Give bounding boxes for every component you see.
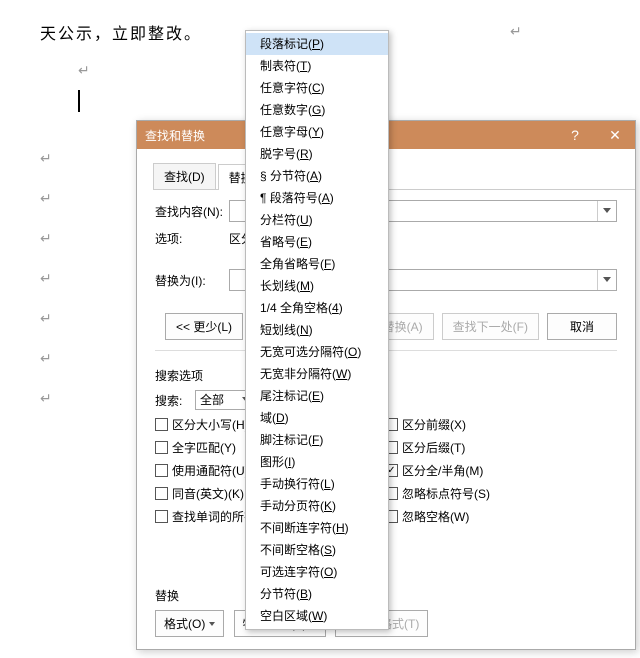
paragraph-mark-icon: ↵ bbox=[40, 270, 52, 287]
menu-item[interactable]: 任意字符(C) bbox=[246, 77, 388, 99]
checkbox-row[interactable]: 区分前缀(X) bbox=[385, 416, 617, 433]
menu-item[interactable]: 分栏符(U) bbox=[246, 209, 388, 231]
checkbox-label: 忽略标点符号(S) bbox=[402, 485, 490, 502]
checkbox-label: 使用通配符(U) bbox=[172, 462, 249, 479]
menu-item[interactable]: 可选连字符(O) bbox=[246, 561, 388, 583]
document-text: 天公示，立即整改。 bbox=[40, 20, 202, 44]
tab-find[interactable]: 查找(D) bbox=[153, 163, 216, 189]
checkbox[interactable] bbox=[155, 441, 168, 454]
checkbox-row[interactable]: 忽略空格(W) bbox=[385, 508, 617, 525]
checkbox-label: 区分后缀(T) bbox=[402, 439, 465, 456]
menu-item[interactable]: 任意字母(Y) bbox=[246, 121, 388, 143]
paragraph-mark-icon: ↵ bbox=[40, 350, 52, 367]
menu-item[interactable]: 不间断空格(S) bbox=[246, 539, 388, 561]
checkbox-label: 区分前缀(X) bbox=[402, 416, 466, 433]
find-next-button[interactable]: 查找下一处(F) bbox=[442, 313, 539, 340]
paragraph-mark-icon: ↵ bbox=[40, 150, 52, 167]
menu-item[interactable]: 尾注标记(E) bbox=[246, 385, 388, 407]
format-dropdown[interactable]: 格式(O) bbox=[155, 610, 224, 637]
help-button[interactable]: ? bbox=[555, 121, 595, 149]
cancel-button[interactable]: 取消 bbox=[547, 313, 617, 340]
check-col-right: 区分前缀(X) 区分后缀(T) 区分全/半角(M) 忽略标点符号(S) 忽略空格(W) bbox=[385, 416, 617, 531]
checkbox-label: 忽略空格(W) bbox=[402, 508, 469, 525]
checkbox[interactable] bbox=[155, 510, 168, 523]
menu-item[interactable]: 省略号(E) bbox=[246, 231, 388, 253]
chevron-down-icon[interactable] bbox=[603, 277, 611, 282]
checkbox-label: 区分大小写(H) bbox=[172, 416, 249, 433]
checkbox[interactable] bbox=[155, 418, 168, 431]
paragraph-mark-icon: ↵ bbox=[40, 310, 52, 327]
menu-item[interactable]: 短划线(N) bbox=[246, 319, 388, 341]
search-direction-value: 全部 bbox=[200, 393, 224, 407]
checkbox[interactable] bbox=[155, 464, 168, 477]
checkbox-label: 全字匹配(Y) bbox=[172, 439, 236, 456]
find-label: 查找内容(N): bbox=[155, 203, 229, 220]
menu-item[interactable]: 制表符(T) bbox=[246, 55, 388, 77]
menu-item[interactable]: 图形(I) bbox=[246, 451, 388, 473]
less-button[interactable]: << 更少(L) bbox=[165, 313, 243, 340]
checkbox[interactable] bbox=[155, 487, 168, 500]
paragraph-mark-icon: ↵ bbox=[510, 23, 522, 40]
chevron-down-icon[interactable] bbox=[603, 208, 611, 213]
dialog-title: 查找和替换 bbox=[145, 127, 205, 144]
special-format-menu: 段落标记(P)制表符(T)任意字符(C)任意数字(G)任意字母(Y)脱字号(R)… bbox=[245, 30, 389, 630]
search-direction-label: 搜索: bbox=[155, 392, 195, 409]
menu-item[interactable]: 无宽可选分隔符(O) bbox=[246, 341, 388, 363]
menu-item[interactable]: 分节符(B) bbox=[246, 583, 388, 605]
options-label: 选项: bbox=[155, 230, 229, 247]
menu-item[interactable]: 域(D) bbox=[246, 407, 388, 429]
menu-item[interactable]: 无宽非分隔符(W) bbox=[246, 363, 388, 385]
text-cursor bbox=[78, 90, 80, 112]
close-button[interactable]: ✕ bbox=[595, 121, 635, 149]
menu-item[interactable]: 长划线(M) bbox=[246, 275, 388, 297]
paragraph-mark-icon: ↵ bbox=[40, 230, 52, 247]
menu-item[interactable]: 空白区域(W) bbox=[246, 605, 388, 627]
checkbox-row[interactable]: 区分全/半角(M) bbox=[385, 462, 617, 479]
paragraph-mark-icon: ↵ bbox=[78, 62, 90, 79]
menu-item[interactable]: 段落标记(P) bbox=[246, 33, 388, 55]
checkbox-label: 同音(英文)(K) bbox=[172, 485, 244, 502]
menu-item[interactable]: 全角省略号(F) bbox=[246, 253, 388, 275]
checkbox-row[interactable]: 忽略标点符号(S) bbox=[385, 485, 617, 502]
checkbox-row[interactable]: 区分后缀(T) bbox=[385, 439, 617, 456]
menu-item[interactable]: 脚注标记(F) bbox=[246, 429, 388, 451]
replace-label: 替换为(I): bbox=[155, 272, 229, 289]
menu-item[interactable]: 手动分页符(K) bbox=[246, 495, 388, 517]
paragraph-mark-icon: ↵ bbox=[40, 190, 52, 207]
checkbox-label: 区分全/半角(M) bbox=[402, 462, 483, 479]
format-label: 格式(O) bbox=[164, 615, 205, 632]
menu-item[interactable]: ¶ 段落符号(A) bbox=[246, 187, 388, 209]
menu-item[interactable]: 脱字号(R) bbox=[246, 143, 388, 165]
dialog-tabs: 查找(D) 替换(P) bbox=[153, 163, 635, 190]
paragraph-mark-icon: ↵ bbox=[40, 390, 52, 407]
menu-item[interactable]: 1/4 全角空格(4) bbox=[246, 297, 388, 319]
chevron-down-icon bbox=[209, 622, 215, 626]
menu-item[interactable]: § 分节符(A) bbox=[246, 165, 388, 187]
menu-item[interactable]: 任意数字(G) bbox=[246, 99, 388, 121]
menu-item[interactable]: 手动换行符(L) bbox=[246, 473, 388, 495]
menu-item[interactable]: 不间断连字符(H) bbox=[246, 517, 388, 539]
